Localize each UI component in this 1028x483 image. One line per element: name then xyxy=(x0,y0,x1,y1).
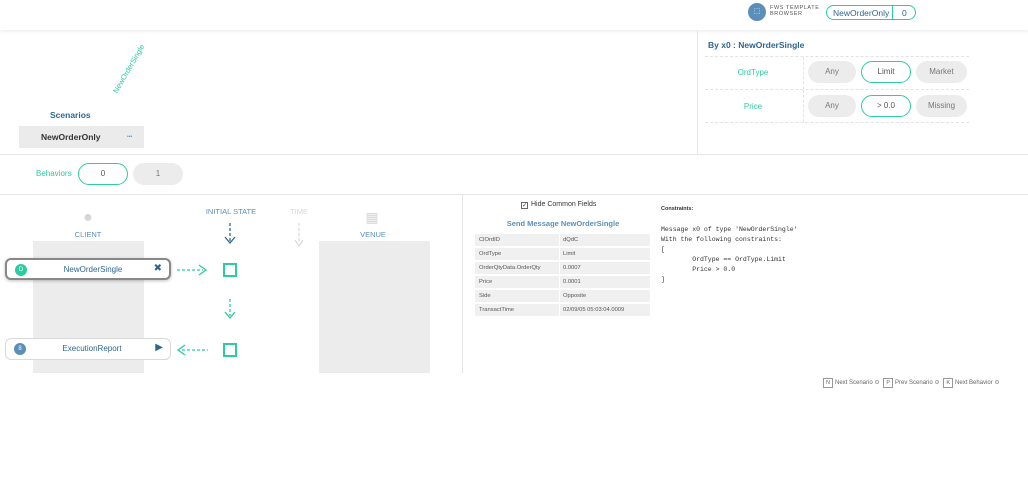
filter-column-divider xyxy=(803,90,804,122)
filter-price-any[interactable]: Any xyxy=(808,95,856,117)
state-node[interactable] xyxy=(223,343,237,357)
table-row: OrdType Limit xyxy=(475,248,650,262)
left-arrow-icon xyxy=(176,344,208,356)
table-row: TransactTime 02/09/05 05:03:04.0009 xyxy=(475,304,650,318)
filter-price-missing[interactable]: Missing xyxy=(916,95,967,117)
message-detail-title: Send Message NewOrderSingle xyxy=(506,219,620,228)
filter-label-price: Price xyxy=(743,102,763,111)
initial-state-title: INITIAL STATE xyxy=(205,207,257,216)
message-name: NewOrderSingle xyxy=(63,265,123,274)
field-name: Price xyxy=(475,276,559,288)
message-fields-table: ClOrdID dQdC OrdType Limit OrderQtyData.Or… xyxy=(475,234,650,318)
filter-divider xyxy=(705,122,969,123)
filter-price-positive[interactable]: > 0.0 xyxy=(861,95,911,117)
pill-divider xyxy=(892,6,893,19)
client-icon: ● xyxy=(83,209,93,226)
play-icon[interactable]: ▶ xyxy=(155,342,163,353)
scenarios-title: Scenarios xyxy=(50,110,91,120)
filter-divider xyxy=(705,56,969,57)
constraints-code: Message x0 of type 'NewOrderSingle' With… xyxy=(661,226,798,283)
field-value: 0.0001 xyxy=(560,276,650,288)
section-divider xyxy=(0,154,1028,155)
filters-divider xyxy=(697,30,698,155)
venue-column-title: VENUE xyxy=(360,230,386,239)
state-node[interactable] xyxy=(223,263,237,277)
field-value: dQdC xyxy=(560,234,650,246)
close-icon[interactable]: ✖ xyxy=(154,263,162,274)
current-scenario: NewOrderOnly xyxy=(833,8,890,18)
field-value: Limit xyxy=(560,248,650,260)
shortcut-key: N xyxy=(823,378,833,388)
scenario-column-label: NewOrderSingle xyxy=(111,42,147,95)
field-value: 02/09/05 05:03:04.0009 xyxy=(560,304,650,316)
hide-common-fields-toggle[interactable]: ✓ Hide Common Fields xyxy=(521,201,596,209)
detail-divider xyxy=(462,195,463,373)
hide-common-label: Hide Common Fields xyxy=(531,201,597,208)
separator-dot-icon xyxy=(994,380,999,384)
current-behavior: 0 xyxy=(902,8,907,18)
table-row: Price 0.0001 xyxy=(475,276,650,290)
time-arrow-icon xyxy=(294,223,304,247)
shortcut-label: Next Behavior xyxy=(955,380,993,386)
app-title: FWS TEMPLATE BROWSER xyxy=(770,5,820,17)
field-name: Side xyxy=(475,290,559,302)
behaviors-label: Behaviors xyxy=(36,169,72,178)
time-column-title: TIME xyxy=(290,207,308,216)
behavior-option-0[interactable]: 0 xyxy=(78,163,128,185)
behavior-option-1[interactable]: 1 xyxy=(133,163,183,185)
keyboard-shortcuts: N Next Scenario P Prev Scenario K Next Beha… xyxy=(823,378,1002,388)
shortcut-label: Prev Scenario xyxy=(895,380,933,386)
field-name: ClOrdID xyxy=(475,234,559,246)
shortcut-key: K xyxy=(943,378,954,388)
down-arrow-icon xyxy=(224,223,236,245)
message-newordersingle[interactable]: D NewOrderSingle ✖ xyxy=(5,258,171,280)
message-executionreport[interactable]: 8 ExecutionReport ▶ xyxy=(5,338,171,360)
filter-ordtype-any[interactable]: Any xyxy=(808,61,856,83)
checkbox-checked-icon[interactable]: ✓ xyxy=(521,202,528,209)
message-name: ExecutionReport xyxy=(62,344,122,353)
venue-icon: ▦ xyxy=(365,209,379,225)
right-arrow-icon xyxy=(177,264,208,276)
scenario-name: NewOrderOnly xyxy=(41,132,101,142)
current-selection-pill[interactable]: NewOrderOnly 0 xyxy=(826,5,916,20)
filter-column-divider xyxy=(803,57,804,89)
table-row: ClOrdID dQdC xyxy=(475,234,650,248)
filter-divider xyxy=(705,89,969,90)
field-name: OrderQtyData.OrderQty xyxy=(475,262,559,274)
filter-ordtype-market[interactable]: Market xyxy=(916,61,967,83)
table-row: OrderQtyData.OrderQty 0.0007 xyxy=(475,262,650,276)
client-column-title: CLIENT xyxy=(74,230,102,239)
table-row: Side Opposite xyxy=(475,290,650,304)
filter-ordtype-limit[interactable]: Limit xyxy=(861,61,911,83)
separator-dot-icon xyxy=(874,380,879,384)
field-name: OrdType xyxy=(475,248,559,260)
shortcut-label: Next Scenario xyxy=(834,380,873,386)
field-value: 0.0007 xyxy=(560,262,650,274)
venue-lane xyxy=(319,241,430,373)
fws-logo-icon: ⬚ xyxy=(748,3,766,21)
scenario-row[interactable]: NewOrderOnly ••• xyxy=(19,126,144,148)
filters-title: By x0 : NewOrderSingle xyxy=(708,40,805,50)
field-name: TransactTime xyxy=(475,304,559,316)
separator-dot-icon xyxy=(934,380,939,384)
section-divider xyxy=(0,194,1028,195)
scenario-match-marker: ••• xyxy=(127,134,133,140)
constraints-title: Constraints: xyxy=(661,206,694,212)
down-arrow-icon xyxy=(224,299,236,320)
filter-label-ordtype: OrdType xyxy=(737,68,769,77)
shortcut-key: P xyxy=(883,378,894,388)
field-value: Opposite xyxy=(560,290,650,302)
message-type-badge: 8 xyxy=(14,343,26,355)
message-type-badge: D xyxy=(15,264,27,276)
